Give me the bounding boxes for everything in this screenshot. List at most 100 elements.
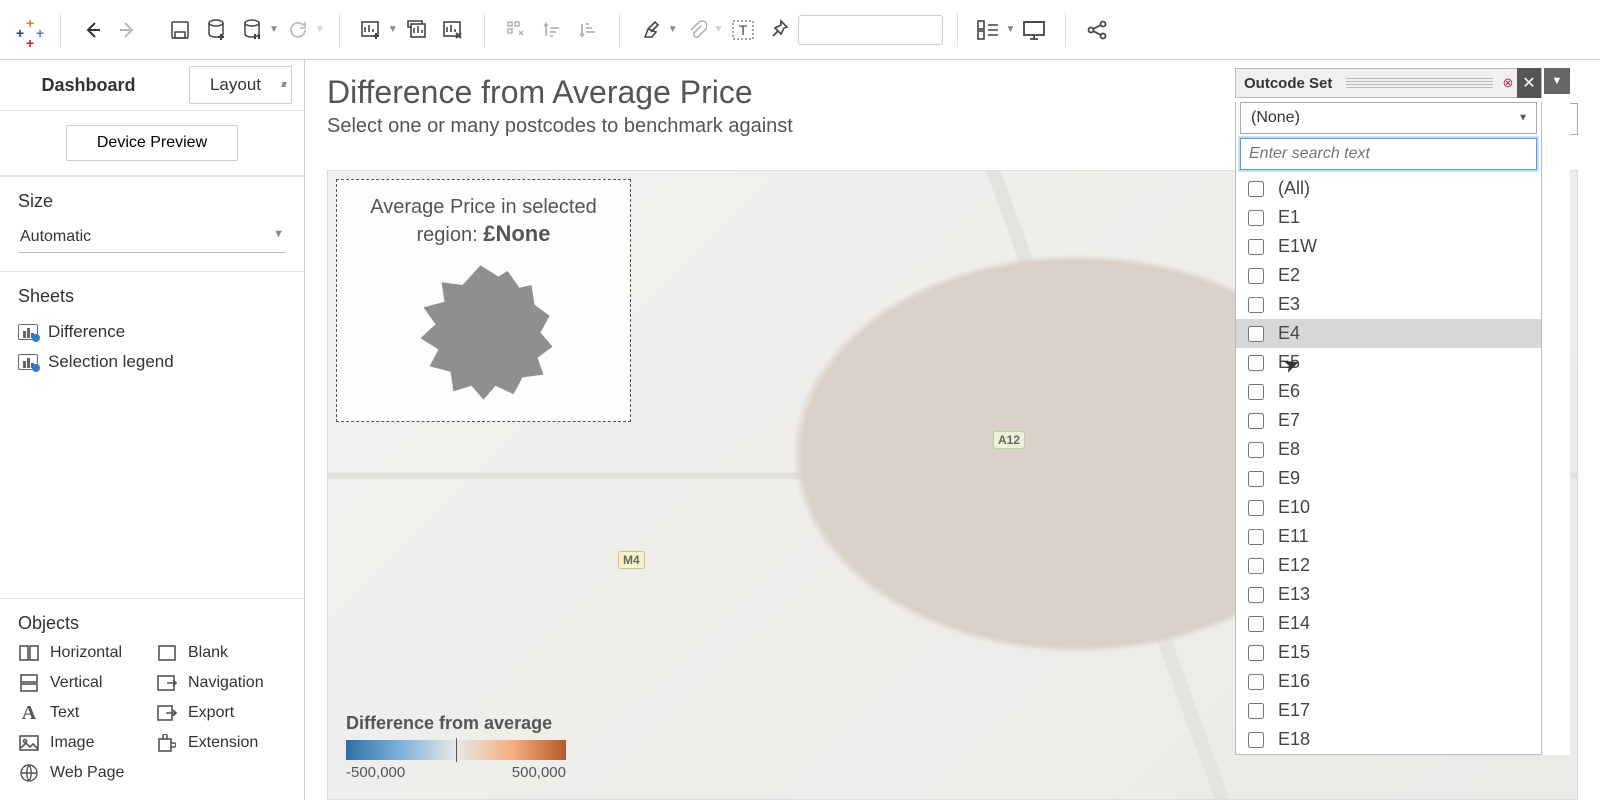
filter-option[interactable]: E3 xyxy=(1236,290,1541,319)
show-me-button[interactable] xyxy=(972,13,1006,47)
pause-datasource-button[interactable] xyxy=(235,13,269,47)
sidebar-layout-select[interactable]: Layout xyxy=(189,66,292,104)
filter-checkbox[interactable] xyxy=(1248,413,1264,429)
horizontal-icon xyxy=(18,644,40,662)
duplicate-sheet-button[interactable] xyxy=(400,13,434,47)
refresh-button[interactable] xyxy=(281,13,315,47)
extension-icon xyxy=(156,734,178,752)
dropdown-icon[interactable]: ▼ xyxy=(269,24,279,35)
dropdown-icon[interactable]: ▼ xyxy=(388,24,398,35)
sort-desc-button[interactable] xyxy=(571,13,605,47)
filter-option[interactable]: E1W xyxy=(1236,232,1541,261)
objects-heading: Objects xyxy=(18,613,286,634)
filter-option[interactable]: E15 xyxy=(1236,638,1541,667)
filter-option[interactable]: E12 xyxy=(1236,551,1541,580)
filter-option[interactable]: E6 xyxy=(1236,377,1541,406)
filter-option-label: E9 xyxy=(1278,468,1300,489)
new-datasource-button[interactable] xyxy=(199,13,233,47)
presentation-button[interactable] xyxy=(1017,13,1051,47)
filter-option-label: E8 xyxy=(1278,439,1300,460)
back-button[interactable] xyxy=(75,13,109,47)
filter-option[interactable]: E8 xyxy=(1236,435,1541,464)
filter-checkbox[interactable] xyxy=(1248,703,1264,719)
object-export[interactable]: Export xyxy=(156,704,286,722)
object-vertical[interactable]: Vertical xyxy=(18,674,148,692)
save-button[interactable] xyxy=(163,13,197,47)
new-worksheet-button[interactable] xyxy=(354,13,388,47)
filter-checkbox[interactable] xyxy=(1248,268,1264,284)
filter-value-dropdown[interactable]: (None) xyxy=(1240,102,1537,134)
info-card-line1: Average Price in selected xyxy=(370,196,596,218)
filter-option[interactable]: E18 xyxy=(1236,725,1541,754)
highlight-button[interactable] xyxy=(634,13,668,47)
forward-button[interactable] xyxy=(111,13,145,47)
filter-option[interactable]: E9 xyxy=(1236,464,1541,493)
filter-option[interactable]: E4 xyxy=(1236,319,1541,348)
remove-filter-icon[interactable]: ⊗ xyxy=(1499,74,1517,92)
dropdown-icon[interactable]: ▼ xyxy=(315,24,325,35)
object-extension[interactable]: Extension xyxy=(156,734,286,752)
info-card-prefix: region: xyxy=(417,224,484,246)
filter-checkbox[interactable] xyxy=(1248,616,1264,632)
share-button[interactable] xyxy=(1080,13,1114,47)
filter-option[interactable]: E11 xyxy=(1236,522,1541,551)
sheet-selection-legend[interactable]: Selection legend xyxy=(18,347,286,377)
filter-option[interactable]: E16 xyxy=(1236,667,1541,696)
object-webpage[interactable]: Web Page xyxy=(18,764,148,782)
filter-checkbox[interactable] xyxy=(1248,529,1264,545)
filter-checkbox[interactable] xyxy=(1248,181,1264,197)
filter-checkbox[interactable] xyxy=(1248,326,1264,342)
filter-checkbox[interactable] xyxy=(1248,587,1264,603)
sort-asc-button[interactable] xyxy=(535,13,569,47)
dropdown-icon[interactable]: ▼ xyxy=(668,24,678,35)
filter-more-button[interactable]: ▼ xyxy=(1544,68,1570,94)
filter-option[interactable]: E2 xyxy=(1236,261,1541,290)
filter-option-list[interactable]: (All)E1E1WE2E3E4E5E6E7E8E9E10E11E12E13E1… xyxy=(1236,174,1541,754)
filter-checkbox[interactable] xyxy=(1248,732,1264,748)
object-image[interactable]: Image xyxy=(18,734,148,752)
filter-checkbox[interactable] xyxy=(1248,558,1264,574)
filter-checkbox[interactable] xyxy=(1248,355,1264,371)
size-heading: Size xyxy=(18,191,286,212)
filter-checkbox[interactable] xyxy=(1248,471,1264,487)
swap-button[interactable] xyxy=(499,13,533,47)
clear-sheet-button[interactable] xyxy=(436,13,470,47)
object-horizontal[interactable]: Horizontal xyxy=(18,644,148,662)
device-preview-button[interactable]: Device Preview xyxy=(66,125,238,161)
filter-checkbox[interactable] xyxy=(1248,674,1264,690)
tableau-logo-icon: + + + + xyxy=(16,15,46,45)
filter-option[interactable]: E7 xyxy=(1236,406,1541,435)
object-text[interactable]: AText xyxy=(18,704,148,722)
filter-option[interactable]: E17 xyxy=(1236,696,1541,725)
filter-option[interactable]: E10 xyxy=(1236,493,1541,522)
attach-button[interactable] xyxy=(680,13,714,47)
text-label-button[interactable]: T xyxy=(726,13,760,47)
filter-option[interactable]: E14 xyxy=(1236,609,1541,638)
worksheet-icon xyxy=(18,324,38,340)
filter-checkbox[interactable] xyxy=(1248,210,1264,226)
filter-checkbox[interactable] xyxy=(1248,500,1264,516)
filter-option[interactable]: E13 xyxy=(1236,580,1541,609)
dropdown-icon[interactable]: ▼ xyxy=(1006,24,1016,35)
filter-option-label: E2 xyxy=(1278,265,1300,286)
filter-checkbox[interactable] xyxy=(1248,297,1264,313)
filter-checkbox[interactable] xyxy=(1248,239,1264,255)
drag-handle-icon[interactable] xyxy=(1346,78,1493,88)
filter-option[interactable]: (All) xyxy=(1236,174,1541,203)
dropdown-icon[interactable]: ▼ xyxy=(714,24,724,35)
close-icon[interactable]: ✕ xyxy=(1517,68,1541,98)
filter-checkbox[interactable] xyxy=(1248,442,1264,458)
pin-button[interactable] xyxy=(762,13,796,47)
filter-search-input[interactable] xyxy=(1240,138,1537,170)
filter-checkbox[interactable] xyxy=(1248,384,1264,400)
filter-option[interactable]: E5 xyxy=(1236,348,1541,377)
object-navigation[interactable]: Navigation xyxy=(156,674,286,692)
size-dropdown[interactable]: Automatic▼ xyxy=(18,222,286,253)
filter-checkbox[interactable] xyxy=(1248,645,1264,661)
sheet-difference[interactable]: Difference xyxy=(18,317,286,347)
toolbar-field[interactable] xyxy=(798,15,943,45)
sidebar-tab-dashboard[interactable]: Dashboard xyxy=(0,61,177,110)
filter-option-label: (All) xyxy=(1278,178,1310,199)
filter-option[interactable]: E1 xyxy=(1236,203,1541,232)
object-blank[interactable]: Blank xyxy=(156,644,286,662)
